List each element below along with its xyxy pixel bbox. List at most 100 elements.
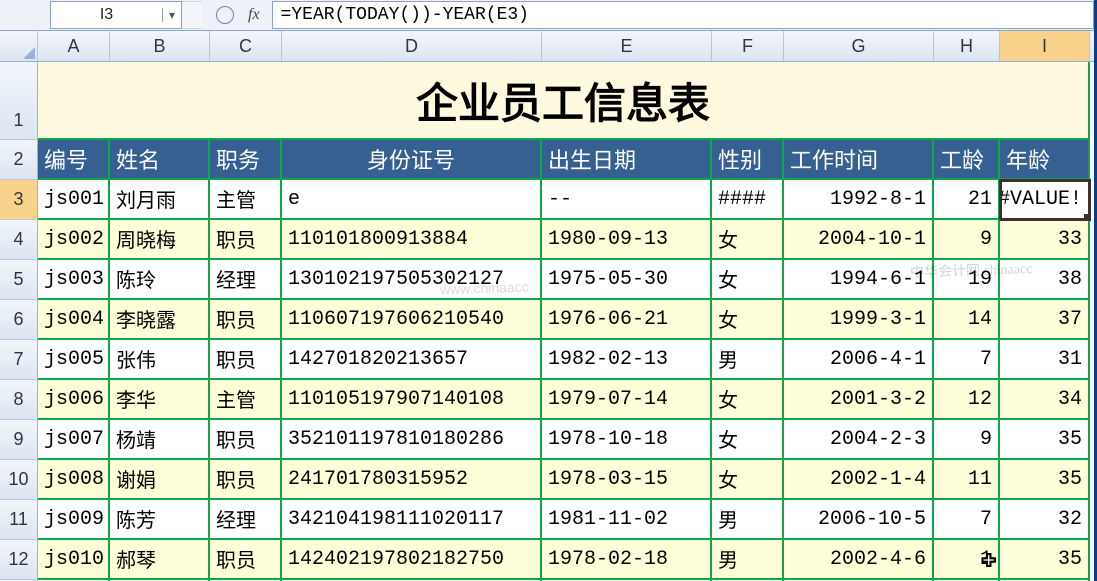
header-tenure[interactable]: 工龄 bbox=[934, 140, 1000, 180]
header-dob[interactable]: 出生日期 bbox=[542, 140, 712, 180]
cell-age[interactable]: #VALUE! bbox=[1000, 180, 1090, 220]
row-number-2[interactable]: 2 bbox=[0, 140, 38, 180]
cell-idnum[interactable]: e bbox=[282, 180, 542, 220]
cell-sex[interactable]: 女 bbox=[712, 300, 784, 340]
cell-id[interactable]: js005 bbox=[38, 340, 110, 380]
cell-dob[interactable]: 1982-02-13 bbox=[542, 340, 712, 380]
cell-age[interactable]: 35 bbox=[1000, 540, 1090, 580]
row-number[interactable]: 4 bbox=[0, 220, 38, 260]
cell-dob[interactable]: 1978-10-18 bbox=[542, 420, 712, 460]
name-box[interactable]: I3 ▾ bbox=[50, 1, 182, 29]
cell-age[interactable]: 35 bbox=[1000, 420, 1090, 460]
cell-name[interactable]: 李晓露 bbox=[110, 300, 210, 340]
cell-name[interactable]: 刘月雨 bbox=[110, 180, 210, 220]
cell-name[interactable]: 张伟 bbox=[110, 340, 210, 380]
cell-id[interactable]: js002 bbox=[38, 220, 110, 260]
cell-start[interactable]: 2002-4-6 bbox=[784, 540, 934, 580]
cell-tenure[interactable]: 9 bbox=[934, 220, 1000, 260]
header-idnum[interactable]: 身份证号 bbox=[282, 140, 542, 180]
cell-sex[interactable]: 男 bbox=[712, 500, 784, 540]
header-start[interactable]: 工作时间 bbox=[784, 140, 934, 180]
cell-dob[interactable]: 1978-02-18 bbox=[542, 540, 712, 580]
col-header-c[interactable]: C bbox=[210, 31, 282, 61]
cell-id[interactable]: js006 bbox=[38, 380, 110, 420]
cell-idnum[interactable]: 352101197810180286 bbox=[282, 420, 542, 460]
cell-age[interactable]: 31 bbox=[1000, 340, 1090, 380]
col-header-h[interactable]: H bbox=[934, 31, 1000, 61]
fx-icon[interactable]: fx bbox=[248, 6, 260, 24]
cell-id[interactable]: js009 bbox=[38, 500, 110, 540]
cell-dob[interactable]: 1980-09-13 bbox=[542, 220, 712, 260]
cell-dob[interactable]: 1976-06-21 bbox=[542, 300, 712, 340]
cell-id[interactable]: js008 bbox=[38, 460, 110, 500]
cell-sex[interactable]: 女 bbox=[712, 460, 784, 500]
cell-start[interactable]: 1994-6-1 bbox=[784, 260, 934, 300]
row-number[interactable]: 6 bbox=[0, 300, 38, 340]
name-box-dropdown-icon[interactable]: ▾ bbox=[162, 8, 181, 22]
cell-sex[interactable]: #### bbox=[712, 180, 784, 220]
row-number-1[interactable]: 1 bbox=[0, 62, 38, 140]
cell-role[interactable]: 职员 bbox=[210, 340, 282, 380]
cell-sex[interactable]: 女 bbox=[712, 260, 784, 300]
cell-start[interactable]: 2001-3-2 bbox=[784, 380, 934, 420]
cell-sex[interactable]: 男 bbox=[712, 340, 784, 380]
cell-id[interactable]: js007 bbox=[38, 420, 110, 460]
cell-tenure[interactable]: 19 bbox=[934, 260, 1000, 300]
header-role[interactable]: 职务 bbox=[210, 140, 282, 180]
cell-id[interactable]: js001 bbox=[38, 180, 110, 220]
cell-tenure[interactable]: 14 bbox=[934, 300, 1000, 340]
col-header-f[interactable]: F bbox=[712, 31, 784, 61]
row-number[interactable]: 8 bbox=[0, 380, 38, 420]
cell-idnum[interactable]: 110101800913884 bbox=[282, 220, 542, 260]
cell-tenure[interactable]: 7 bbox=[934, 340, 1000, 380]
cell-start[interactable]: 2004-2-3 bbox=[784, 420, 934, 460]
header-name[interactable]: 姓名 bbox=[110, 140, 210, 180]
cell-name[interactable]: 谢娟 bbox=[110, 460, 210, 500]
cell-role[interactable]: 主管 bbox=[210, 380, 282, 420]
row-number[interactable]: 5 bbox=[0, 260, 38, 300]
cell-name[interactable]: 陈玲 bbox=[110, 260, 210, 300]
cell-sex[interactable]: 男 bbox=[712, 540, 784, 580]
cell-id[interactable]: js003 bbox=[38, 260, 110, 300]
cell-idnum[interactable]: 342104198111020117 bbox=[282, 500, 542, 540]
cell-dob[interactable]: 1979-07-14 bbox=[542, 380, 712, 420]
cell-name[interactable]: 李华 bbox=[110, 380, 210, 420]
cell-role[interactable]: 主管 bbox=[210, 180, 282, 220]
cell-tenure[interactable]: 7 bbox=[934, 500, 1000, 540]
row-number[interactable]: 10 bbox=[0, 460, 38, 500]
cell-idnum[interactable]: 110105197907140108 bbox=[282, 380, 542, 420]
col-header-a[interactable]: A bbox=[38, 31, 110, 61]
cell-start[interactable]: 1999-3-1 bbox=[784, 300, 934, 340]
row-number[interactable]: 9 bbox=[0, 420, 38, 460]
cell-role[interactable]: 职员 bbox=[210, 300, 282, 340]
cell-dob[interactable]: -- bbox=[542, 180, 712, 220]
cell-idnum[interactable]: 142402197802182750 bbox=[282, 540, 542, 580]
cell-idnum[interactable]: 142701820213657 bbox=[282, 340, 542, 380]
cell-start[interactable]: 2004-10-1 bbox=[784, 220, 934, 260]
cell-role[interactable]: 职员 bbox=[210, 420, 282, 460]
cell-dob[interactable]: 1981-11-02 bbox=[542, 500, 712, 540]
col-header-d[interactable]: D bbox=[282, 31, 542, 61]
cell-start[interactable]: 1992-8-1 bbox=[784, 180, 934, 220]
col-header-i[interactable]: I bbox=[1000, 31, 1090, 61]
cell-tenure[interactable]: 11 bbox=[934, 460, 1000, 500]
cell-dob[interactable]: 1978-03-15 bbox=[542, 460, 712, 500]
cell-start[interactable]: 2002-1-4 bbox=[784, 460, 934, 500]
col-header-b[interactable]: B bbox=[110, 31, 210, 61]
cell-sex[interactable]: 女 bbox=[712, 220, 784, 260]
formula-input[interactable]: =YEAR(TODAY())-YEAR(E3) bbox=[272, 1, 1094, 29]
cell-tenure[interactable]: 12 bbox=[934, 380, 1000, 420]
cell-idnum[interactable]: 241701780315952 bbox=[282, 460, 542, 500]
col-header-g[interactable]: G bbox=[784, 31, 934, 61]
header-sex[interactable]: 性别 bbox=[712, 140, 784, 180]
cell-age[interactable]: 32 bbox=[1000, 500, 1090, 540]
row-number[interactable]: 7 bbox=[0, 340, 38, 380]
cell-idnum[interactable]: 130102197505302127 bbox=[282, 260, 542, 300]
select-all-button[interactable] bbox=[0, 31, 38, 61]
row-number[interactable]: 3 bbox=[0, 180, 38, 220]
cell-sex[interactable]: 女 bbox=[712, 420, 784, 460]
cell-age[interactable]: 37 bbox=[1000, 300, 1090, 340]
cell-name[interactable]: 陈芳 bbox=[110, 500, 210, 540]
cell-id[interactable]: js010 bbox=[38, 540, 110, 580]
cell-name[interactable]: 杨靖 bbox=[110, 420, 210, 460]
